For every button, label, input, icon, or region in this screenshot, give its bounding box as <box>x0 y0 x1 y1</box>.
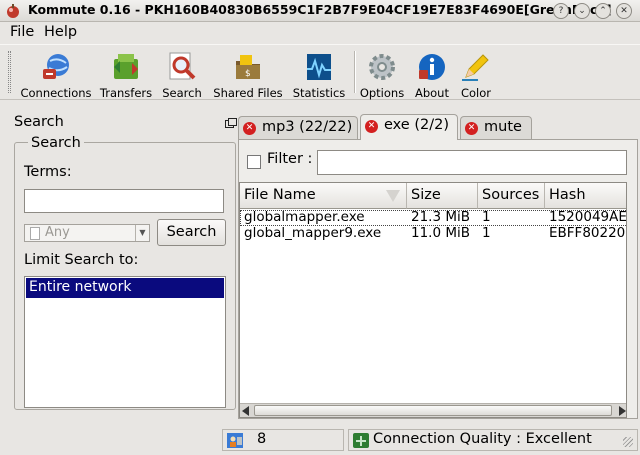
peers-icon <box>227 433 243 448</box>
color-label: Color <box>460 86 492 100</box>
peer-count: 8 <box>257 431 267 447</box>
connections-label: Connections <box>20 86 92 100</box>
results-pane: Filter : File Name Size Sources Hash glo… <box>238 139 638 419</box>
terms-label: Terms: <box>24 164 72 180</box>
shared-files-label: Shared Files <box>213 86 283 100</box>
horizontal-scrollbar[interactable] <box>240 403 626 417</box>
column-header-sources[interactable]: Sources <box>478 183 545 209</box>
transfers-icon <box>114 54 138 79</box>
main-toolbar: Connections Transfers Search $ Shared Fi… <box>0 44 640 100</box>
cell-file-name: globalmapper.exe <box>244 209 365 225</box>
terms-input[interactable] <box>24 189 224 213</box>
menu-file[interactable]: File <box>10 24 34 40</box>
help-icon[interactable]: ? <box>553 3 569 19</box>
toolbar-grip[interactable] <box>8 51 11 93</box>
title-bar: Kommute 0.16 - PKH160B40830B6559C1F2B7F9… <box>0 0 640 22</box>
undock-icon[interactable] <box>225 118 237 128</box>
file-type-value: Any <box>45 225 70 240</box>
tab-exe[interactable]: ✕ exe (2/2) <box>360 114 458 140</box>
close-tab-icon[interactable]: ✕ <box>365 120 378 133</box>
cell-file-name: global_mapper9.exe <box>244 225 382 241</box>
column-header-file-name[interactable]: File Name <box>240 183 407 209</box>
app-logo-icon <box>7 4 19 18</box>
sort-indicator-icon <box>386 190 400 202</box>
resize-grip[interactable] <box>623 437 633 447</box>
filter-checkbox[interactable] <box>247 155 261 169</box>
shared-files-button[interactable]: $ Shared Files <box>212 51 284 100</box>
search-toolbar-label: Search <box>162 86 202 100</box>
cell-hash: 1520049AE <box>549 209 627 225</box>
options-label: Options <box>359 86 405 100</box>
results-tab-bar: ✕ mp3 (22/22) ✕ exe (2/2) ✕ mute <box>238 114 638 140</box>
search-dock-title: Search <box>14 114 237 134</box>
tab-mp3[interactable]: ✕ mp3 (22/22) <box>238 116 358 139</box>
scrollbar-thumb[interactable] <box>254 405 612 416</box>
options-gear-icon <box>369 54 395 80</box>
search-icon <box>169 52 196 80</box>
column-header-size[interactable]: Size <box>407 183 478 209</box>
statistics-label: Statistics <box>292 86 346 100</box>
limit-search-label: Limit Search to: <box>24 252 139 268</box>
scroll-left-icon[interactable] <box>242 406 249 416</box>
tab-mute-label: mute <box>484 119 522 135</box>
connection-quality-text: Connection Quality : Excellent <box>373 431 592 447</box>
search-group-label: Search <box>28 135 84 151</box>
status-bar: 8 Connection Quality : Excellent <box>0 427 640 455</box>
connection-quality-icon <box>353 433 369 448</box>
svg-text:$: $ <box>245 69 251 79</box>
about-label: About <box>414 86 449 100</box>
options-button[interactable]: Options <box>358 51 406 100</box>
cell-sources: 1 <box>482 225 491 241</box>
scroll-right-icon[interactable] <box>619 406 626 416</box>
color-pencil-icon <box>462 54 489 81</box>
close-icon[interactable]: ✕ <box>616 3 632 19</box>
menu-bar: File Help <box>0 22 640 44</box>
cell-size: 11.0 MiB <box>411 225 471 241</box>
tab-mp3-label: mp3 (22/22) <box>262 119 353 135</box>
search-dock: Search Search Terms: Any ▼ Search Limit … <box>10 114 237 410</box>
maximize-icon[interactable]: ⌃ <box>595 3 611 19</box>
column-header-hash[interactable]: Hash <box>545 183 626 209</box>
table-row[interactable]: globalmapper.exe 21.3 MiB 1 1520049AE <box>240 209 627 226</box>
search-button-toolbar[interactable]: Search <box>160 51 204 100</box>
transfers-label: Transfers <box>99 86 153 100</box>
column-header-file-name-text: File Name <box>244 187 316 203</box>
scope-item-entire-network[interactable]: Entire network <box>26 278 224 298</box>
connection-status: Connection Quality : Excellent <box>348 429 638 451</box>
filter-label: Filter : <box>267 151 313 167</box>
tab-exe-label: exe (2/2) <box>384 117 449 133</box>
minimize-icon[interactable]: ⌄ <box>574 3 590 19</box>
menu-help[interactable]: Help <box>44 24 77 40</box>
about-info-icon <box>419 54 445 80</box>
window-title: Kommute 0.16 - PKH160B40830B6559C1F2B7F9… <box>28 2 612 17</box>
results-table: File Name Size Sources Hash globalmapper… <box>239 182 627 418</box>
transfers-button[interactable]: Transfers <box>98 51 154 100</box>
about-button[interactable]: About <box>412 51 452 100</box>
close-tab-icon[interactable]: ✕ <box>243 122 256 135</box>
cell-hash: EBFF80220 <box>549 225 626 241</box>
statistics-icon <box>307 54 331 80</box>
connections-button[interactable]: Connections <box>20 51 92 100</box>
dropdown-arrow-icon: ▼ <box>135 225 149 241</box>
statistics-button[interactable]: Statistics <box>290 51 348 100</box>
filter-input[interactable] <box>317 150 627 175</box>
toolbar-separator <box>354 51 356 93</box>
document-icon <box>30 227 40 240</box>
color-button[interactable]: Color <box>458 51 494 100</box>
cell-sources: 1 <box>482 209 491 225</box>
connections-icon <box>43 54 69 79</box>
tab-mute[interactable]: ✕ mute <box>460 116 532 139</box>
table-row[interactable]: global_mapper9.exe 11.0 MiB 1 EBFF80220 <box>240 225 626 242</box>
file-type-select[interactable]: Any ▼ <box>24 224 150 242</box>
search-dock-title-text: Search <box>14 114 64 130</box>
cell-size: 21.3 MiB <box>411 209 471 225</box>
shared-files-icon: $ <box>236 55 260 79</box>
search-button[interactable]: Search <box>157 219 226 246</box>
peers-status: 8 <box>222 429 344 451</box>
search-scope-list[interactable]: Entire network <box>24 276 226 408</box>
close-tab-icon[interactable]: ✕ <box>465 122 478 135</box>
